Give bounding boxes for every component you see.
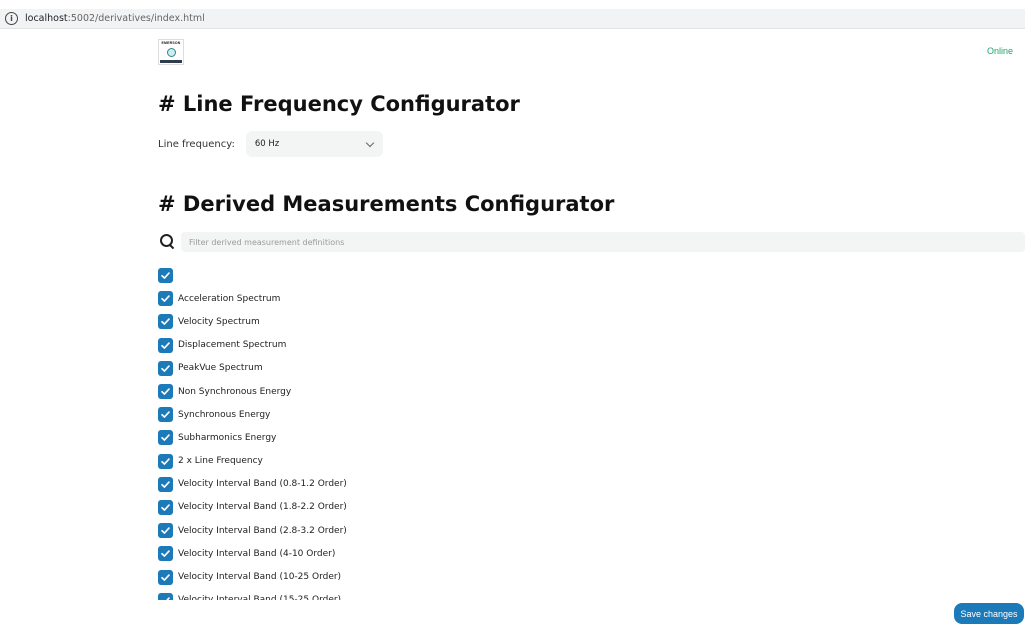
measurement-label: Subharmonics Energy xyxy=(178,432,277,443)
list-item[interactable]: Displacement Spectrum xyxy=(158,334,1018,357)
checkmark-icon xyxy=(161,457,170,465)
measurement-checkbox[interactable] xyxy=(158,360,173,376)
list-item[interactable]: 2 x Line Frequency xyxy=(158,450,1018,473)
measurement-label: Displacement Spectrum xyxy=(178,340,287,351)
list-item[interactable]: PeakVue Spectrum xyxy=(158,357,1018,380)
checkmark-icon xyxy=(161,527,170,535)
emerson-logo: EMERSON xyxy=(158,39,184,65)
checkmark-icon xyxy=(161,388,170,395)
measurement-label: Velocity Interval Band (10-25 Order) xyxy=(178,572,342,583)
measurement-label: Velocity Spectrum xyxy=(178,316,260,327)
checkmark-icon xyxy=(161,434,170,442)
info-icon[interactable]: i xyxy=(5,12,18,25)
list-item[interactable]: Velocity Interval Band (15-25 Order) xyxy=(158,589,1018,600)
line-frequency-value: 60 Hz xyxy=(254,139,280,149)
list-item[interactable]: Velocity Interval Band (10-25 Order) xyxy=(158,565,1018,588)
filter-bar xyxy=(158,232,1025,252)
list-item[interactable]: Velocity Interval Band (2.8-3.2 Order) xyxy=(158,519,1018,542)
measurement-checkbox[interactable] xyxy=(158,499,173,515)
checkmark-icon xyxy=(161,504,170,511)
measurement-checkbox[interactable] xyxy=(158,291,173,307)
logo-base xyxy=(160,60,182,63)
measurement-checkbox[interactable] xyxy=(158,337,173,353)
measurement-label: Velocity Interval Band (1.8-2.2 Order) xyxy=(178,502,347,513)
measurement-checkbox[interactable] xyxy=(158,569,173,585)
measurement-checkbox[interactable] xyxy=(158,592,173,600)
measurement-label: PeakVue Spectrum xyxy=(178,363,263,374)
measurement-checkbox[interactable] xyxy=(158,453,173,469)
filter-input[interactable] xyxy=(181,232,1025,252)
url-path: :5002/derivatives/index.html xyxy=(67,13,205,24)
measurement-label: Velocity Interval Band (2.8-3.2 Order) xyxy=(178,525,347,536)
url-text[interactable]: localhost:5002/derivatives/index.html xyxy=(25,13,205,24)
checkmark-icon xyxy=(161,597,170,600)
measurement-label: Synchronous Energy xyxy=(178,409,271,420)
checkmark-icon xyxy=(161,318,170,326)
logo-text: EMERSON xyxy=(161,41,181,45)
address-bar[interactable]: i localhost:5002/derivatives/index.html xyxy=(0,9,1025,29)
search-icon xyxy=(158,232,178,252)
list-item[interactable]: Velocity Spectrum xyxy=(158,310,1018,333)
select-all-row[interactable] xyxy=(158,264,1018,287)
list-item[interactable]: Acceleration Spectrum xyxy=(158,287,1018,310)
checkmark-icon xyxy=(161,481,170,488)
list-item[interactable]: Velocity Interval Band (1.8-2.2 Order) xyxy=(158,496,1018,519)
connection-status: Online xyxy=(986,46,1013,56)
measurement-label: Velocity Interval Band (0.8-1.2 Order) xyxy=(178,479,347,490)
measurement-label: Acceleration Spectrum xyxy=(178,293,281,304)
measurement-label: Non Synchronous Energy xyxy=(178,386,292,397)
url-host: localhost xyxy=(25,13,68,24)
checkmark-icon xyxy=(161,295,170,303)
checkmark-icon xyxy=(161,411,170,419)
measurement-checkbox[interactable] xyxy=(158,384,173,400)
measurement-checkbox[interactable] xyxy=(158,314,173,330)
list-item[interactable]: Velocity Interval Band (0.8-1.2 Order) xyxy=(158,473,1018,496)
line-frequency-row: Line frequency: 60 Hz xyxy=(158,131,383,157)
save-changes-button[interactable]: Save changes xyxy=(954,603,1024,624)
measurement-label: Velocity Interval Band (15-25 Order) xyxy=(178,595,341,600)
list-item[interactable]: Non Synchronous Energy xyxy=(158,380,1018,403)
checkmark-icon xyxy=(161,341,170,349)
measurement-checkbox[interactable] xyxy=(158,430,173,446)
measurement-label: Velocity Interval Band (4-10 Order) xyxy=(178,548,336,559)
checkmark-icon xyxy=(161,550,170,558)
measurement-label: 2 x Line Frequency xyxy=(178,456,263,467)
measurement-checkbox[interactable] xyxy=(158,476,173,492)
line-frequency-title: # Line Frequency Configurator xyxy=(158,92,520,116)
line-frequency-label: Line frequency: xyxy=(158,138,235,150)
select-all-checkbox[interactable] xyxy=(158,268,173,284)
list-item[interactable]: Velocity Interval Band (4-10 Order) xyxy=(158,542,1018,565)
checkmark-icon xyxy=(161,365,170,372)
derived-measurements-title: # Derived Measurements Configurator xyxy=(158,192,615,216)
list-item[interactable]: Synchronous Energy xyxy=(158,403,1018,426)
chevron-down-icon xyxy=(365,138,375,147)
list-item[interactable]: Subharmonics Energy xyxy=(158,426,1018,449)
measurement-checkbox[interactable] xyxy=(158,546,173,562)
measurement-checkbox[interactable] xyxy=(158,407,173,423)
checkmark-icon xyxy=(161,272,170,279)
magnifier-icon xyxy=(166,48,176,57)
derived-measurement-list: Acceleration Spectrum Velocity Spectrum Di… xyxy=(158,264,1018,600)
measurement-checkbox[interactable] xyxy=(158,523,173,539)
line-frequency-select[interactable]: 60 Hz xyxy=(245,131,383,157)
checkmark-icon xyxy=(161,573,170,581)
